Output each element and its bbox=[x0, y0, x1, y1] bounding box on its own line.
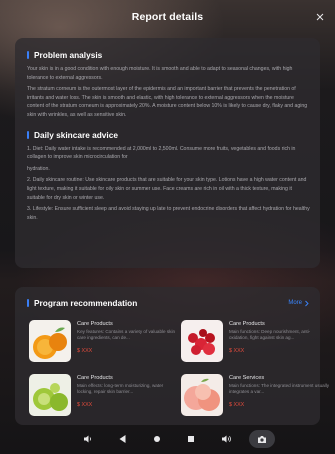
program-item-desc: Main functions: The integrated instrumen… bbox=[229, 383, 329, 395]
advice-item: 1. Diet: Daily water intake is recommend… bbox=[27, 145, 296, 161]
program-item-price: $ XXX bbox=[229, 402, 245, 408]
orange-product-image bbox=[29, 320, 71, 362]
more-link[interactable]: More bbox=[288, 300, 310, 307]
problem-analysis-title: Problem analysis bbox=[34, 50, 103, 60]
header: Report details bbox=[0, 0, 335, 34]
program-item-desc: Main effects: long-term moisturizing, wa… bbox=[77, 383, 164, 395]
advice-item: 2. Daily skincare routine: Use skincare … bbox=[27, 177, 307, 201]
green-fruit-product-image bbox=[29, 374, 71, 416]
program-title: Program recommendation bbox=[34, 298, 138, 308]
analysis-card: Problem analysis Your skin is in a good … bbox=[15, 38, 320, 268]
pomegranate-product-image bbox=[181, 320, 223, 362]
program-item-name: Care Products bbox=[77, 321, 113, 327]
more-label: More bbox=[288, 300, 302, 306]
program-item-name: Care Products bbox=[77, 375, 113, 381]
program-item[interactable]: Care Products Main effects: long-term mo… bbox=[29, 374, 179, 422]
close-icon[interactable] bbox=[313, 10, 327, 24]
advice-item: hydration. bbox=[27, 165, 50, 172]
peach-service-image bbox=[181, 374, 223, 416]
section-marker bbox=[27, 299, 29, 307]
program-item-name: Care Services bbox=[229, 375, 265, 381]
advice-item: 3. Lifestyle: Ensure sufficient sleep an… bbox=[27, 206, 310, 221]
program-item[interactable]: Care Services Main functions: The integr… bbox=[181, 374, 331, 422]
program-grid: Care Products Key features: Contains a v… bbox=[27, 320, 329, 432]
program-item-price: $ XXX bbox=[77, 402, 93, 408]
chevron-right-icon bbox=[305, 300, 309, 306]
home-icon[interactable] bbox=[149, 432, 165, 446]
section-marker bbox=[27, 51, 29, 59]
program-item-desc: Main functions: Deep nourishment, anti-o… bbox=[229, 329, 311, 341]
page-title: Report details bbox=[131, 11, 204, 23]
section-marker bbox=[27, 130, 29, 139]
recents-icon[interactable] bbox=[183, 432, 199, 446]
volume-up-icon[interactable] bbox=[218, 432, 234, 446]
daily-skincare-heading: Daily skincare advice bbox=[27, 128, 310, 142]
analysis-paragraph: The stratum corneum is the outermost lay… bbox=[27, 86, 308, 118]
program-item[interactable]: Care Products Key features: Contains a v… bbox=[29, 320, 179, 368]
program-card: Program recommendation More Care Product… bbox=[15, 287, 329, 425]
back-icon[interactable] bbox=[114, 432, 130, 446]
volume-down-icon[interactable] bbox=[80, 432, 96, 446]
system-navigation-bar bbox=[0, 424, 335, 454]
daily-skincare-title: Daily skincare advice bbox=[34, 129, 118, 140]
program-item[interactable]: Care Products Main functions: Deep nouri… bbox=[181, 320, 331, 368]
screenshot-icon[interactable] bbox=[254, 432, 270, 446]
program-item-desc: Key features: Contains a variety of valu… bbox=[77, 329, 176, 341]
program-item-price: $ XXX bbox=[229, 348, 245, 354]
problem-analysis-heading: Problem analysis bbox=[27, 48, 310, 62]
program-item-name: Care Products bbox=[229, 321, 265, 327]
program-heading: Program recommendation bbox=[27, 296, 137, 310]
program-item-price: $ XXX bbox=[77, 348, 93, 354]
analysis-paragraph: Your skin is in a good condition with en… bbox=[27, 66, 293, 81]
